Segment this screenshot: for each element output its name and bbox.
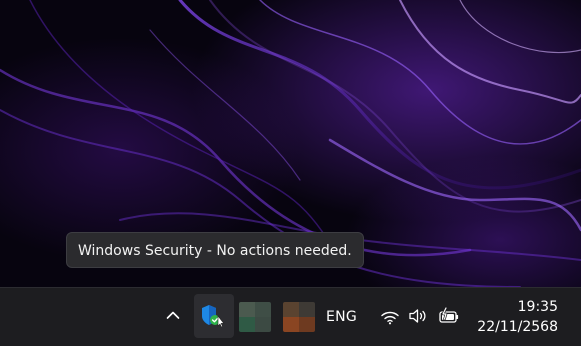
tray-app-icon-1[interactable]	[239, 302, 271, 332]
wifi-icon	[381, 311, 399, 325]
tooltip-text: Windows Security - No actions needed.	[78, 243, 352, 259]
show-hidden-icons-button[interactable]	[161, 301, 185, 329]
battery-charging-icon	[439, 306, 459, 323]
chevron-up-icon	[166, 311, 180, 319]
windows-security-tooltip: Windows Security - No actions needed.	[66, 232, 364, 268]
tray-app-icon-2[interactable]	[283, 302, 315, 332]
input-language-indicator[interactable]: ENG	[326, 309, 357, 325]
battery-button[interactable]	[437, 306, 461, 326]
app-icon	[283, 302, 315, 332]
taskbar: ENG 19:35 22/11/2568	[0, 287, 581, 346]
speaker-icon	[409, 309, 426, 323]
windows-security-tray-button[interactable]	[194, 294, 234, 338]
windows-security-shield-icon	[202, 305, 225, 328]
app-icon	[239, 302, 271, 332]
clock-date: 22/11/2568	[477, 319, 558, 335]
volume-button[interactable]	[406, 306, 430, 326]
clock-date-button[interactable]: 19:35 22/11/2568	[477, 297, 558, 337]
network-button[interactable]	[378, 306, 402, 326]
clock-time: 19:35	[517, 299, 558, 315]
